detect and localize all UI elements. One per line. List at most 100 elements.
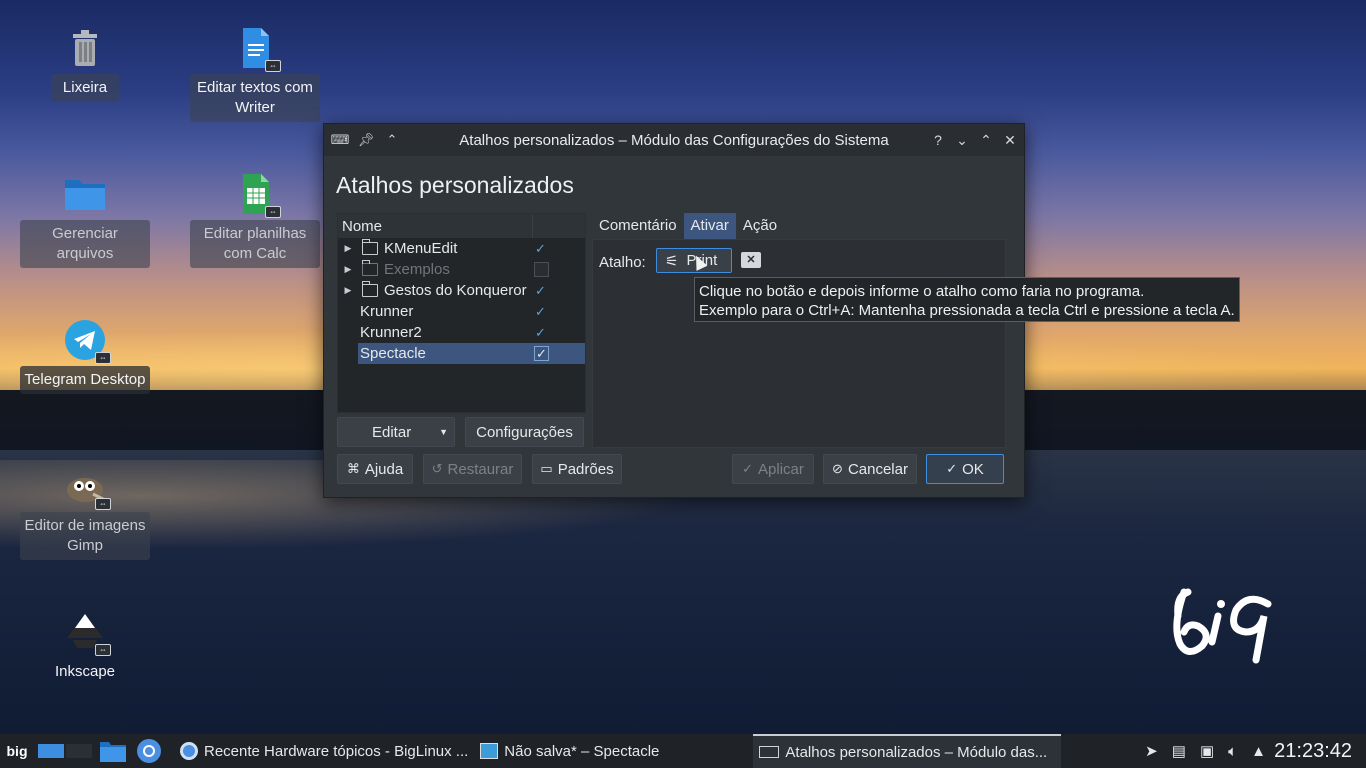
window-titlebar[interactable]: ⌨ 📌︎ ⌃ Atalhos personalizados – Módulo d… <box>324 124 1024 156</box>
folder-icon <box>362 281 378 297</box>
page-title: Atalhos personalizados <box>336 172 574 198</box>
enabled-checkbox[interactable]: ✓ <box>534 326 547 339</box>
minimize-chevron-down-icon[interactable]: ⌄ <box>954 132 970 148</box>
network-icon[interactable]: ▣ <box>1200 742 1214 760</box>
taskbar: big Recente Hardware tópicos - BigLinux … <box>0 734 1366 768</box>
chevron-down-icon: ▼ <box>439 427 448 437</box>
ok-button-label: OK <box>962 460 984 478</box>
defaults-button[interactable]: ▭ Padrões <box>532 454 622 484</box>
desktop-icon-writer[interactable]: ⇔ Editar textos com Writer <box>190 26 320 122</box>
clock[interactable]: 21:23:42 <box>1274 734 1352 768</box>
task-spectacle[interactable]: Não salva* – Spectacle <box>474 734 665 768</box>
edit-button-label: Editar <box>372 423 412 441</box>
folder-icon <box>63 172 107 216</box>
clipboard-icon[interactable]: ▤ <box>1172 742 1186 760</box>
desktop-icon-telegram[interactable]: ⇔ Telegram Desktop <box>20 318 150 394</box>
tree-header[interactable]: Nome <box>338 214 585 238</box>
apply-button-label: Aplicar <box>758 460 804 478</box>
trash-icon <box>63 26 107 70</box>
desktop-icon-files[interactable]: Gerenciar arquivos <box>20 172 150 268</box>
desktop-icon-calc[interactable]: ⇔ Editar planilhas com Calc <box>190 172 320 268</box>
chromium-icon[interactable] <box>134 738 164 764</box>
folder-icon <box>362 260 378 276</box>
desktop-icon-gimp[interactable]: ⇔ Editor de imagens Gimp <box>20 464 150 560</box>
shortcuts-tree[interactable]: Nome ▶ KMenuEdit ✓ ▶ Exemplos ▶ Gestos d… <box>337 213 586 413</box>
tree-item-exemplos[interactable]: ▶ Exemplos <box>338 259 585 280</box>
tooltip-line-1: Clique no botão e depois informe o atalh… <box>699 283 1145 300</box>
link-badge-icon: ⇔ <box>265 60 281 72</box>
task-chromium[interactable]: Recente Hardware tópicos - BigLinux ... <box>174 734 474 768</box>
tab-bar: Comentário Ativar Ação <box>592 213 784 239</box>
tree-item-krunner[interactable]: Krunner ✓ <box>338 301 585 322</box>
tree-item-kmenuedit[interactable]: ▶ KMenuEdit ✓ <box>338 238 585 259</box>
help-button[interactable]: ⌘ Ajuda <box>337 454 413 484</box>
tree-item-label: Krunner2 <box>360 324 422 341</box>
restore-button-label: Restaurar <box>447 460 514 478</box>
cancel-circle-icon: ⊘ <box>832 461 843 476</box>
task-label: Não salva* – Spectacle <box>504 742 660 760</box>
edit-menu-button[interactable]: Editar ▼ <box>337 417 455 447</box>
writer-doc-icon: ⇔ <box>233 26 281 72</box>
tree-item-label: KMenuEdit <box>384 240 458 257</box>
telegram-tray-icon[interactable]: ➤ <box>1145 742 1158 760</box>
clear-shortcut-icon[interactable]: ✕ <box>741 252 761 268</box>
shortcut-tooltip: Clique no botão e depois informe o atalh… <box>694 277 1240 322</box>
app-launcher-big-icon[interactable]: big <box>0 734 34 768</box>
keep-above-icon[interactable]: ⌃ <box>384 132 400 148</box>
ok-button[interactable]: ✓ OK <box>926 454 1004 484</box>
cancel-button[interactable]: ⊘ Cancelar <box>823 454 917 484</box>
tree-item-label: Spectacle <box>360 345 426 362</box>
help-question-icon[interactable]: ? <box>930 132 946 148</box>
apply-button[interactable]: ✓ Aplicar <box>732 454 814 484</box>
expand-arrow-icon[interactable]: ▶ <box>342 264 354 275</box>
document-defaults-icon: ▭ <box>540 461 553 476</box>
enabled-checkbox[interactable]: ✓ <box>534 346 549 361</box>
tree-item-gestos[interactable]: ▶ Gestos do Konqueror ✓ <box>338 280 585 301</box>
task-label: Atalhos personalizados – Módulo das... <box>785 743 1048 761</box>
volume-icon[interactable]: 🔈︎ <box>1228 743 1237 760</box>
enabled-checkbox[interactable]: ✓ <box>534 305 547 318</box>
desktop-1[interactable] <box>38 744 64 758</box>
shortcut-label: Atalho: <box>599 254 646 271</box>
desktop-icon-inkscape[interactable]: ⇔ Inkscape <box>20 610 150 686</box>
folder-icon <box>362 239 378 255</box>
expand-arrow-icon[interactable]: ▶ <box>342 243 354 254</box>
desktop-icon-label: Editor de imagens Gimp <box>20 512 150 560</box>
undo-icon: ↺ <box>431 461 443 476</box>
desktop-icon-label: Lixeira <box>51 74 119 102</box>
tab-acao[interactable]: Ação <box>736 213 784 239</box>
tree-item-label: Exemplos <box>384 261 450 278</box>
virtual-desktop-pager[interactable] <box>38 744 92 758</box>
check-icon: ✓ <box>742 461 754 476</box>
defaults-button-label: Padrões <box>557 460 614 478</box>
link-badge-icon: ⇔ <box>95 498 111 510</box>
expand-tray-icon[interactable]: ▲ <box>1251 743 1266 760</box>
keyboard-icon[interactable]: ⌨ <box>331 132 350 148</box>
enabled-checkbox[interactable]: ✓ <box>534 242 547 255</box>
desktop-2[interactable] <box>66 744 92 758</box>
link-badge-icon: ⇔ <box>95 352 111 364</box>
tab-comentario[interactable]: Comentário <box>592 213 684 239</box>
file-manager-folder-icon[interactable] <box>98 738 128 764</box>
big-linux-logo <box>1173 588 1272 664</box>
window-title: Atalhos personalizados – Módulo das Conf… <box>459 131 889 149</box>
task-settings-window[interactable]: Atalhos personalizados – Módulo das... <box>753 734 1062 768</box>
maximize-chevron-up-icon[interactable]: ⌃ <box>978 132 994 148</box>
tree-header-enabled[interactable] <box>532 214 585 238</box>
pin-icon[interactable]: 📌︎ <box>358 132 375 148</box>
cancel-button-label: Cancelar <box>847 460 908 478</box>
settings-button[interactable]: Configurações <box>465 417 584 447</box>
expand-arrow-icon[interactable]: ▶ <box>342 285 354 296</box>
tree-item-label: Krunner <box>360 303 414 320</box>
chromium-icon <box>180 742 198 760</box>
help-button-label: Ajuda <box>364 460 404 478</box>
enabled-checkbox[interactable] <box>534 262 549 277</box>
restore-button[interactable]: ↺ Restaurar <box>423 454 522 484</box>
tree-item-spectacle[interactable]: Spectacle ✓ <box>358 343 585 364</box>
desktop-icon-trash[interactable]: Lixeira <box>20 26 150 102</box>
close-icon[interactable]: ✕ <box>1002 132 1018 148</box>
tree-item-krunner2[interactable]: Krunner2 ✓ <box>338 322 585 343</box>
enabled-checkbox[interactable]: ✓ <box>534 284 547 297</box>
tab-ativar[interactable]: Ativar <box>683 213 736 239</box>
tree-header-name[interactable]: Nome <box>338 218 532 235</box>
